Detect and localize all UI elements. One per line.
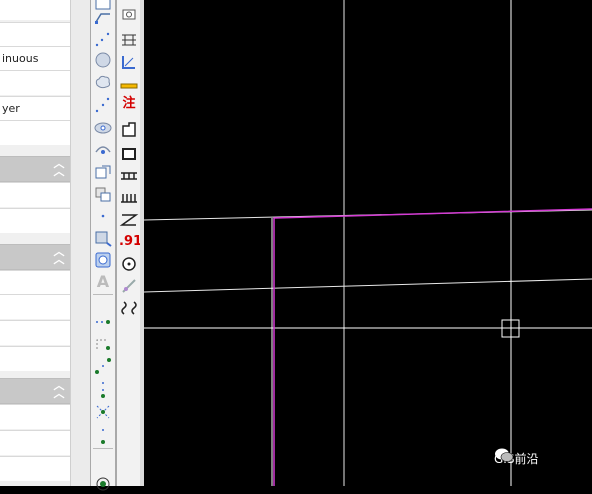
polyline-tool-icon[interactable] [93, 8, 113, 28]
cloud-tool-icon[interactable] [93, 72, 113, 92]
property-row[interactable] [0, 294, 70, 319]
ellipse-arc-tool-icon[interactable] [93, 140, 113, 160]
toolbar-separator [93, 294, 113, 297]
property-row[interactable] [0, 346, 70, 371]
property-row[interactable] [0, 0, 70, 20]
leader-tool-icon[interactable] [119, 210, 139, 230]
hatch-tool-icon[interactable] [93, 228, 113, 248]
snap-intersection-icon[interactable] [93, 402, 113, 422]
collapse-chevron-icon[interactable]: ︿ ︿ [52, 158, 66, 177]
canvas-drawing [144, 0, 592, 486]
oblique-dimension-icon[interactable] [119, 276, 139, 296]
snap-midpoint-icon[interactable] [93, 334, 113, 354]
property-row[interactable] [0, 320, 70, 345]
region-tool-icon[interactable] [93, 250, 113, 270]
dimension-toolbar: 注 .91 [116, 0, 142, 486]
magenta-polyline [273, 208, 592, 486]
text-tool-icon[interactable]: A [93, 272, 113, 292]
property-row[interactable] [0, 22, 70, 47]
section-header-misc[interactable]: ︿ ︿ [0, 378, 70, 404]
baseline-dimension-icon[interactable] [119, 166, 139, 186]
camera-tool-icon[interactable] [119, 4, 139, 24]
collapse-chevron-icon[interactable]: ︿ ︿ [52, 246, 66, 265]
drawing-canvas[interactable]: GIS前沿 [144, 0, 592, 486]
snap-center-icon[interactable] [93, 356, 113, 376]
linetype-row[interactable]: inuous [0, 46, 70, 71]
property-row[interactable] [0, 70, 70, 95]
property-row[interactable] [0, 404, 70, 429]
layer-value: yer [2, 102, 20, 115]
property-row[interactable] [0, 120, 70, 145]
snap-node-icon[interactable] [93, 380, 113, 400]
section-header-3d[interactable]: ︿ ︿ [0, 156, 70, 182]
continue-dimension-icon[interactable] [119, 188, 139, 208]
annotate-button[interactable]: 注 [119, 94, 139, 114]
ellipse-tool-icon[interactable] [93, 118, 113, 138]
property-row[interactable] [0, 430, 70, 455]
property-row[interactable] [0, 456, 70, 481]
collapse-chevron-icon[interactable]: ︿ ︿ [52, 380, 66, 399]
circle-tool-icon[interactable] [93, 50, 113, 70]
spline-tool-icon[interactable] [93, 96, 113, 116]
properties-panel: inuous yer ︿ ︿ ︿ ︿ ︿ ︿ [0, 0, 90, 486]
section-header-geometry[interactable]: ︿ ︿ [0, 244, 70, 270]
toolbar-separator [93, 448, 113, 451]
snap-extension-icon[interactable] [93, 426, 113, 446]
make-block-icon[interactable] [93, 184, 113, 204]
snap-settings-icon[interactable] [93, 474, 113, 494]
linear-dimension-icon[interactable] [119, 30, 139, 50]
box-dimension-icon[interactable] [119, 144, 139, 164]
decimal-format-button[interactable]: .91 [119, 232, 142, 252]
step-dimension-icon[interactable] [119, 120, 139, 140]
center-mark-icon[interactable] [119, 254, 139, 274]
horizontal-line [144, 278, 592, 293]
panel-scroll-edge [70, 0, 90, 486]
break-dimension-icon[interactable] [119, 298, 139, 318]
watermark: GIS前沿 [494, 447, 592, 471]
draw-toolbar: A [90, 0, 116, 491]
point-line-tool-icon[interactable] [93, 30, 113, 50]
layer-row[interactable]: yer [0, 96, 70, 121]
linetype-value: inuous [2, 52, 39, 65]
snap-endpoint-icon[interactable] [93, 312, 113, 332]
property-row[interactable] [0, 270, 70, 295]
property-row[interactable] [0, 208, 70, 233]
point-tool-icon[interactable] [93, 206, 113, 226]
ruler-tool-icon[interactable] [119, 76, 139, 96]
wechat-logo-icon [495, 448, 514, 462]
property-row[interactable] [0, 182, 70, 207]
insert-block-icon[interactable] [93, 162, 113, 182]
aligned-dimension-icon[interactable] [119, 52, 139, 72]
